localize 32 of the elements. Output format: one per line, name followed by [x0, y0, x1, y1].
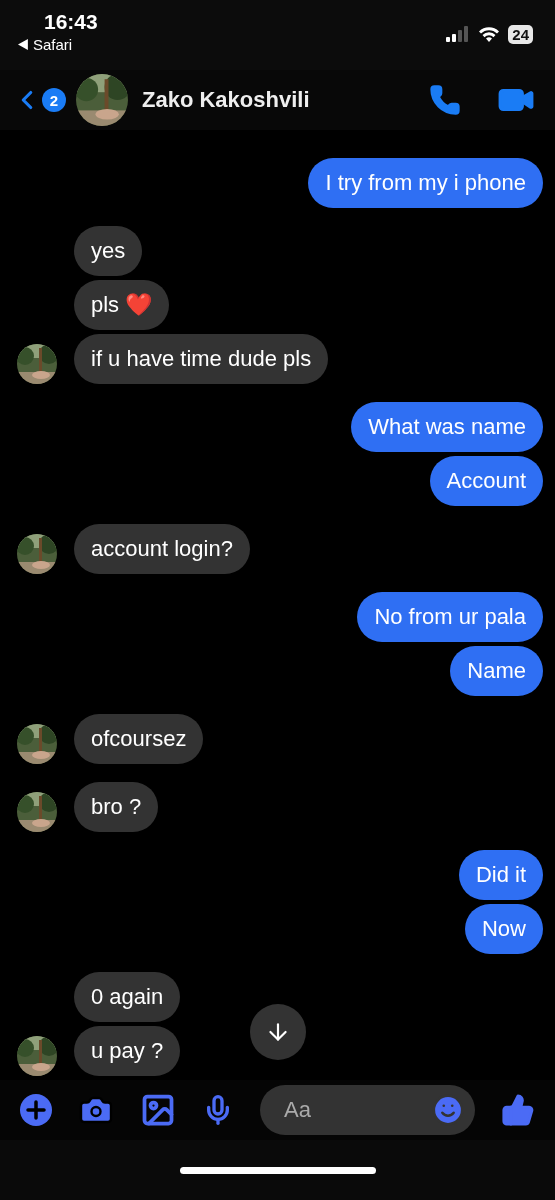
received-message: account login?	[74, 524, 250, 574]
received-message: yes	[74, 226, 143, 276]
status-time: 16:43	[44, 10, 98, 34]
signal-icon	[446, 26, 471, 42]
received-message: u pay ?	[74, 1026, 181, 1076]
sent-message: Name	[450, 646, 543, 696]
scroll-down-button[interactable]	[250, 1004, 306, 1060]
like-icon[interactable]	[501, 1093, 535, 1127]
unread-count: 2	[42, 88, 66, 112]
contact-name: Zako Kakoshvili	[142, 87, 311, 113]
wifi-icon	[478, 26, 501, 42]
received-message: bro ?	[74, 782, 159, 832]
message-field[interactable]: Aa	[260, 1085, 475, 1135]
back-to-app-link[interactable]: Safari	[18, 36, 73, 53]
sent-message: No from ur pala	[357, 592, 543, 642]
back-triangle-icon	[18, 39, 29, 50]
received-message: pls ❤	[74, 280, 170, 330]
received-message: if u have time dude pls	[74, 334, 329, 384]
home-indicator[interactable]	[179, 1166, 376, 1174]
sent-message: Did it	[458, 850, 543, 900]
gallery-button[interactable]	[140, 1092, 176, 1128]
received-message: 0 again	[74, 972, 181, 1022]
sent-message: Account	[429, 456, 543, 506]
add-button[interactable]	[20, 1094, 52, 1126]
back-button[interactable]: 2	[12, 85, 66, 115]
battery-level: 24	[508, 24, 533, 44]
message-input[interactable]: Aa	[282, 1096, 431, 1124]
received-message: ofcoursez	[74, 714, 204, 764]
sent-message: Now	[465, 904, 543, 954]
call-button[interactable]	[429, 84, 461, 116]
sent-message: What was name	[351, 402, 543, 452]
sent-message: I try from my i phone	[308, 158, 543, 208]
